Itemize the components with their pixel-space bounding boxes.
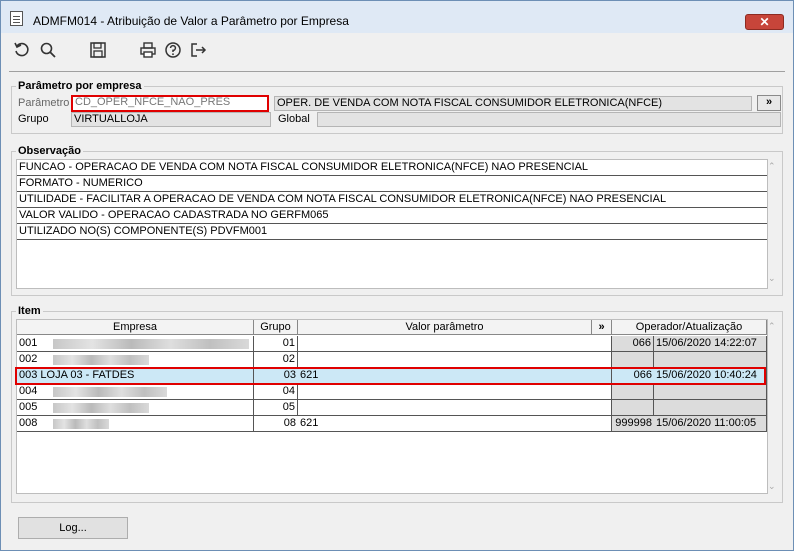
empresa-code: 008: [19, 417, 38, 429]
scroll-down-icon[interactable]: ⌄: [768, 481, 776, 492]
parametro-descricao-field: OPER. DE VENDA COM NOTA FISCAL CONSUMIDO…: [274, 96, 752, 111]
global-field: [317, 112, 781, 127]
observacao-line: UTILIZADO NO(S) COMPONENTE(S) PDVFM001: [17, 224, 767, 240]
cell-operador: 999998: [612, 416, 654, 432]
redacted-text: [53, 387, 167, 397]
cell-grupo: 05: [254, 400, 298, 416]
cell-data: 15/06/2020 11:00:05: [654, 416, 767, 432]
table-row[interactable]: 004 04: [17, 384, 767, 400]
exit-icon[interactable]: [189, 41, 207, 59]
cell-valor[interactable]: 621: [298, 416, 612, 432]
scroll-down-icon[interactable]: ⌄: [768, 273, 776, 284]
cell-valor[interactable]: 621: [298, 368, 612, 384]
empresa-code: 004: [19, 385, 38, 397]
col-header-grupo[interactable]: Grupo: [254, 320, 298, 335]
col-header-operador[interactable]: Operador/Atualização: [612, 320, 767, 335]
cell-data: [654, 400, 767, 416]
observacao-line: FUNCAO - OPERACAO DE VENDA COM NOTA FISC…: [17, 160, 767, 176]
observacao-line: UTILIDADE - FACILITAR A OPERACAO DE VEND…: [17, 192, 767, 208]
scroll-up-icon[interactable]: ⌃: [768, 161, 776, 172]
table-row[interactable]: 005 05: [17, 400, 767, 416]
redacted-text: [53, 419, 109, 429]
col-header-valor[interactable]: Valor parâmetro: [298, 320, 592, 335]
redacted-text: [53, 339, 249, 349]
undo-icon[interactable]: [13, 41, 31, 59]
cell-empresa: 003 LOJA 03 - FATDES: [17, 368, 254, 384]
cell-data: 15/06/2020 14:22:07: [654, 336, 767, 352]
print-icon[interactable]: [139, 41, 157, 59]
scroll-up-icon[interactable]: ⌃: [768, 321, 776, 332]
table-row[interactable]: 008 08 621 999998 15/06/2020 11:00:05: [17, 416, 767, 432]
close-button[interactable]: ✕: [745, 14, 784, 30]
cell-empresa: 002: [17, 352, 254, 368]
parametro-empresa-legend: Parâmetro por empresa: [16, 80, 144, 92]
cell-data: [654, 352, 767, 368]
help-icon[interactable]: [164, 41, 182, 59]
cell-operador: [612, 352, 654, 368]
parametro-field[interactable]: CD_OPER_NFCE_NAO_PRES: [71, 95, 269, 112]
cell-grupo: 04: [254, 384, 298, 400]
item-legend: Item: [16, 305, 43, 317]
cell-grupo: 01: [254, 336, 298, 352]
empresa-code: 001: [19, 337, 38, 349]
table-row-selected[interactable]: 003 LOJA 03 - FATDES 03 621 066 15/06/20…: [17, 368, 767, 384]
col-header-expand-button[interactable]: »: [592, 320, 612, 335]
table-row[interactable]: 001 01 066 15/06/2020 14:22:07: [17, 336, 767, 352]
toolbar: [1, 33, 793, 69]
cell-operador: [612, 384, 654, 400]
observacao-line: VALOR VALIDO - OPERACAO CADASTRADA NO GE…: [17, 208, 767, 224]
cell-valor[interactable]: [298, 336, 612, 352]
redacted-text: [53, 355, 149, 365]
cell-valor[interactable]: [298, 352, 612, 368]
item-grid: Empresa Grupo Valor parâmetro » Operador…: [16, 319, 768, 494]
cell-valor[interactable]: [298, 400, 612, 416]
cell-grupo: 03: [254, 368, 298, 384]
col-header-empresa[interactable]: Empresa: [17, 320, 254, 335]
cell-valor[interactable]: [298, 384, 612, 400]
document-icon: [10, 11, 23, 26]
empresa-name: LOJA 03 - FATDES: [40, 369, 135, 381]
global-label: Global: [278, 113, 310, 125]
log-button[interactable]: Log...: [18, 517, 128, 539]
parametro-label: Parâmetro: [18, 97, 70, 109]
grupo-label: Grupo: [18, 113, 49, 125]
empresa-code: 002: [19, 353, 38, 365]
toolbar-divider: [9, 71, 785, 72]
cell-operador: 066: [612, 368, 654, 384]
observacao-textbox[interactable]: FUNCAO - OPERACAO DE VENDA COM NOTA FISC…: [16, 159, 768, 289]
parametro-expand-button[interactable]: »: [757, 95, 781, 111]
save-icon[interactable]: [89, 41, 107, 59]
redacted-text: [53, 403, 149, 413]
cell-operador: 066: [612, 336, 654, 352]
search-icon[interactable]: [39, 41, 57, 59]
title-bar: ADMFM014 - Atribuição de Valor a Parâmet…: [1, 1, 793, 33]
cell-grupo: 08: [254, 416, 298, 432]
empresa-code: 003: [19, 369, 38, 381]
observacao-legend: Observação: [16, 145, 83, 157]
cell-grupo: 02: [254, 352, 298, 368]
cell-empresa: 004: [17, 384, 254, 400]
cell-data: [654, 384, 767, 400]
cell-empresa: 005: [17, 400, 254, 416]
empresa-code: 005: [19, 401, 38, 413]
observacao-line: FORMATO - NUMERICO: [17, 176, 767, 192]
cell-empresa: 001: [17, 336, 254, 352]
cell-empresa: 008: [17, 416, 254, 432]
cell-data: 15/06/2020 10:40:24: [654, 368, 767, 384]
cell-operador: [612, 400, 654, 416]
app-window: ADMFM014 - Atribuição de Valor a Parâmet…: [0, 0, 794, 551]
grupo-field: VIRTUALLOJA: [71, 112, 271, 127]
table-row[interactable]: 002 02: [17, 352, 767, 368]
window-title: ADMFM014 - Atribuição de Valor a Parâmet…: [33, 14, 349, 28]
